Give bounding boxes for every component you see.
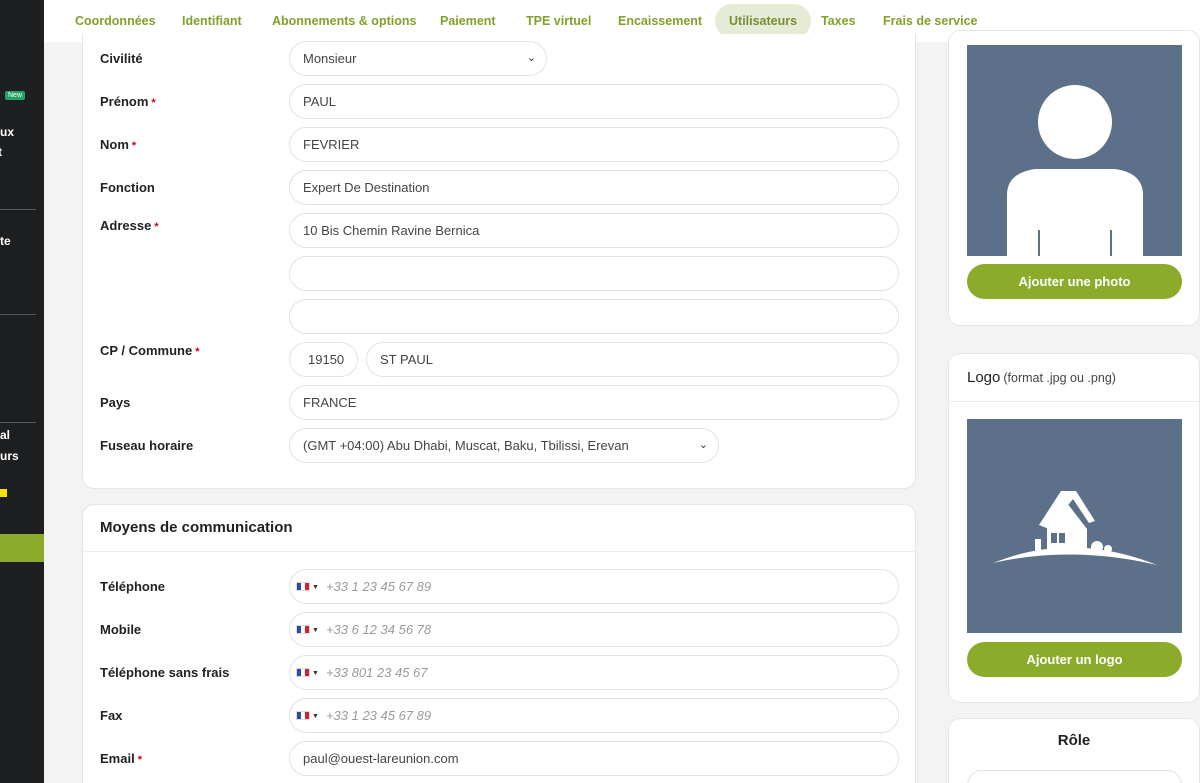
email-input[interactable]: paul@ouest-lareunion.com — [289, 741, 899, 776]
tab-abonnements[interactable]: Abonnements & options — [258, 4, 430, 38]
add-photo-button[interactable]: Ajouter une photo — [967, 264, 1182, 299]
section-title-communication: Moyens de communication — [100, 519, 293, 536]
sans-frais-input[interactable]: ▼ +33 801 23 45 67 — [289, 655, 899, 690]
tab-taxes[interactable]: Taxes — [807, 4, 870, 38]
user-avatar-placeholder — [967, 45, 1182, 256]
caret-down-icon: ▼ — [312, 670, 319, 678]
mobile-label: Mobile — [100, 622, 142, 637]
adresse-label: Adresse * — [100, 218, 159, 233]
tab-tpe-virtuel[interactable]: TPE virtuel — [512, 4, 605, 38]
cp-commune-label: CP / Commune * — [100, 343, 200, 358]
fuseau-label: Fuseau horaire — [100, 438, 194, 453]
cp-input[interactable]: 19150 — [289, 342, 358, 377]
sidebar-badge — [0, 489, 7, 497]
fonction-input[interactable]: Expert De Destination — [289, 170, 899, 205]
sidebar-item-fragment[interactable]: urs — [0, 449, 19, 463]
fonction-label: Fonction — [100, 180, 155, 195]
house-logo-icon — [993, 491, 1157, 565]
section-divider — [83, 551, 915, 552]
tab-utilisateurs[interactable]: Utilisateurs — [715, 4, 812, 38]
france-flag-icon[interactable] — [296, 625, 310, 635]
role-select[interactable] — [967, 770, 1182, 783]
add-logo-button[interactable]: Ajouter un logo — [967, 642, 1182, 677]
role-title: Rôle — [1057, 732, 1091, 749]
prenom-input[interactable]: PAUL — [289, 84, 899, 119]
sidebar-item-fragment[interactable]: al — [0, 428, 10, 442]
adresse-line2-input[interactable] — [289, 256, 899, 291]
logo-placeholder — [967, 419, 1182, 633]
sidebar-divider — [0, 314, 36, 315]
pays-input[interactable]: FRANCE — [289, 385, 899, 420]
telephone-input[interactable]: ▼ +33 1 23 45 67 89 — [289, 569, 899, 604]
prenom-label: Prénom * — [100, 94, 156, 109]
tab-identifiant[interactable]: Identifiant — [168, 4, 256, 38]
tab-paiement[interactable]: Paiement — [426, 4, 510, 38]
civilite-select[interactable]: Monsieur ⌄ — [289, 41, 547, 76]
user-silhouette-icon — [1007, 85, 1143, 256]
commune-input[interactable]: ST PAUL — [366, 342, 899, 377]
telephone-label: Téléphone — [100, 579, 166, 594]
chevron-down-icon: ⌄ — [698, 439, 708, 451]
nom-label: Nom * — [100, 137, 137, 152]
tab-coordonnees[interactable]: Coordonnées — [61, 4, 170, 38]
fuseau-select[interactable]: (GMT +04:00) Abu Dhabi, Muscat, Baku, Tb… — [289, 428, 719, 463]
caret-down-icon: ▼ — [312, 627, 319, 635]
adresse-line1-input[interactable]: 10 Bis Chemin Ravine Bernica — [289, 213, 899, 248]
sans-frais-label: Téléphone sans frais — [100, 665, 230, 680]
tab-encaissement[interactable]: Encaissement — [604, 4, 716, 38]
sidebar-item-fragment[interactable]: ux — [0, 125, 14, 139]
sidebar-item-fragment[interactable]: te — [0, 234, 11, 248]
france-flag-icon[interactable] — [296, 582, 310, 592]
chevron-down-icon: ⌄ — [526, 52, 536, 64]
caret-down-icon: ▼ — [312, 584, 319, 592]
logo-divider — [949, 401, 1199, 402]
sidebar-active-item[interactable] — [0, 534, 44, 562]
sidebar-item-fragment[interactable]: t — [0, 145, 2, 159]
sidebar-divider — [0, 422, 36, 423]
sidebar-divider — [0, 209, 36, 210]
new-badge: New — [5, 91, 26, 100]
mobile-input[interactable]: ▼ +33 6 12 34 56 78 — [289, 612, 899, 647]
fax-input[interactable]: ▼ +33 1 23 45 67 89 — [289, 698, 899, 733]
fax-label: Fax — [100, 708, 123, 723]
email-label: Email * — [100, 751, 142, 766]
nom-input[interactable]: FEVRIER — [289, 127, 899, 162]
pays-label: Pays — [100, 395, 131, 410]
france-flag-icon[interactable] — [296, 668, 310, 678]
caret-down-icon: ▼ — [312, 713, 319, 721]
left-sidebar: New ux t te al urs — [0, 0, 44, 783]
logo-title: Logo (format .jpg ou .png) — [967, 369, 1116, 386]
france-flag-icon[interactable] — [296, 711, 310, 721]
civilite-label: Civilité — [100, 51, 143, 66]
adresse-line3-input[interactable] — [289, 299, 899, 334]
